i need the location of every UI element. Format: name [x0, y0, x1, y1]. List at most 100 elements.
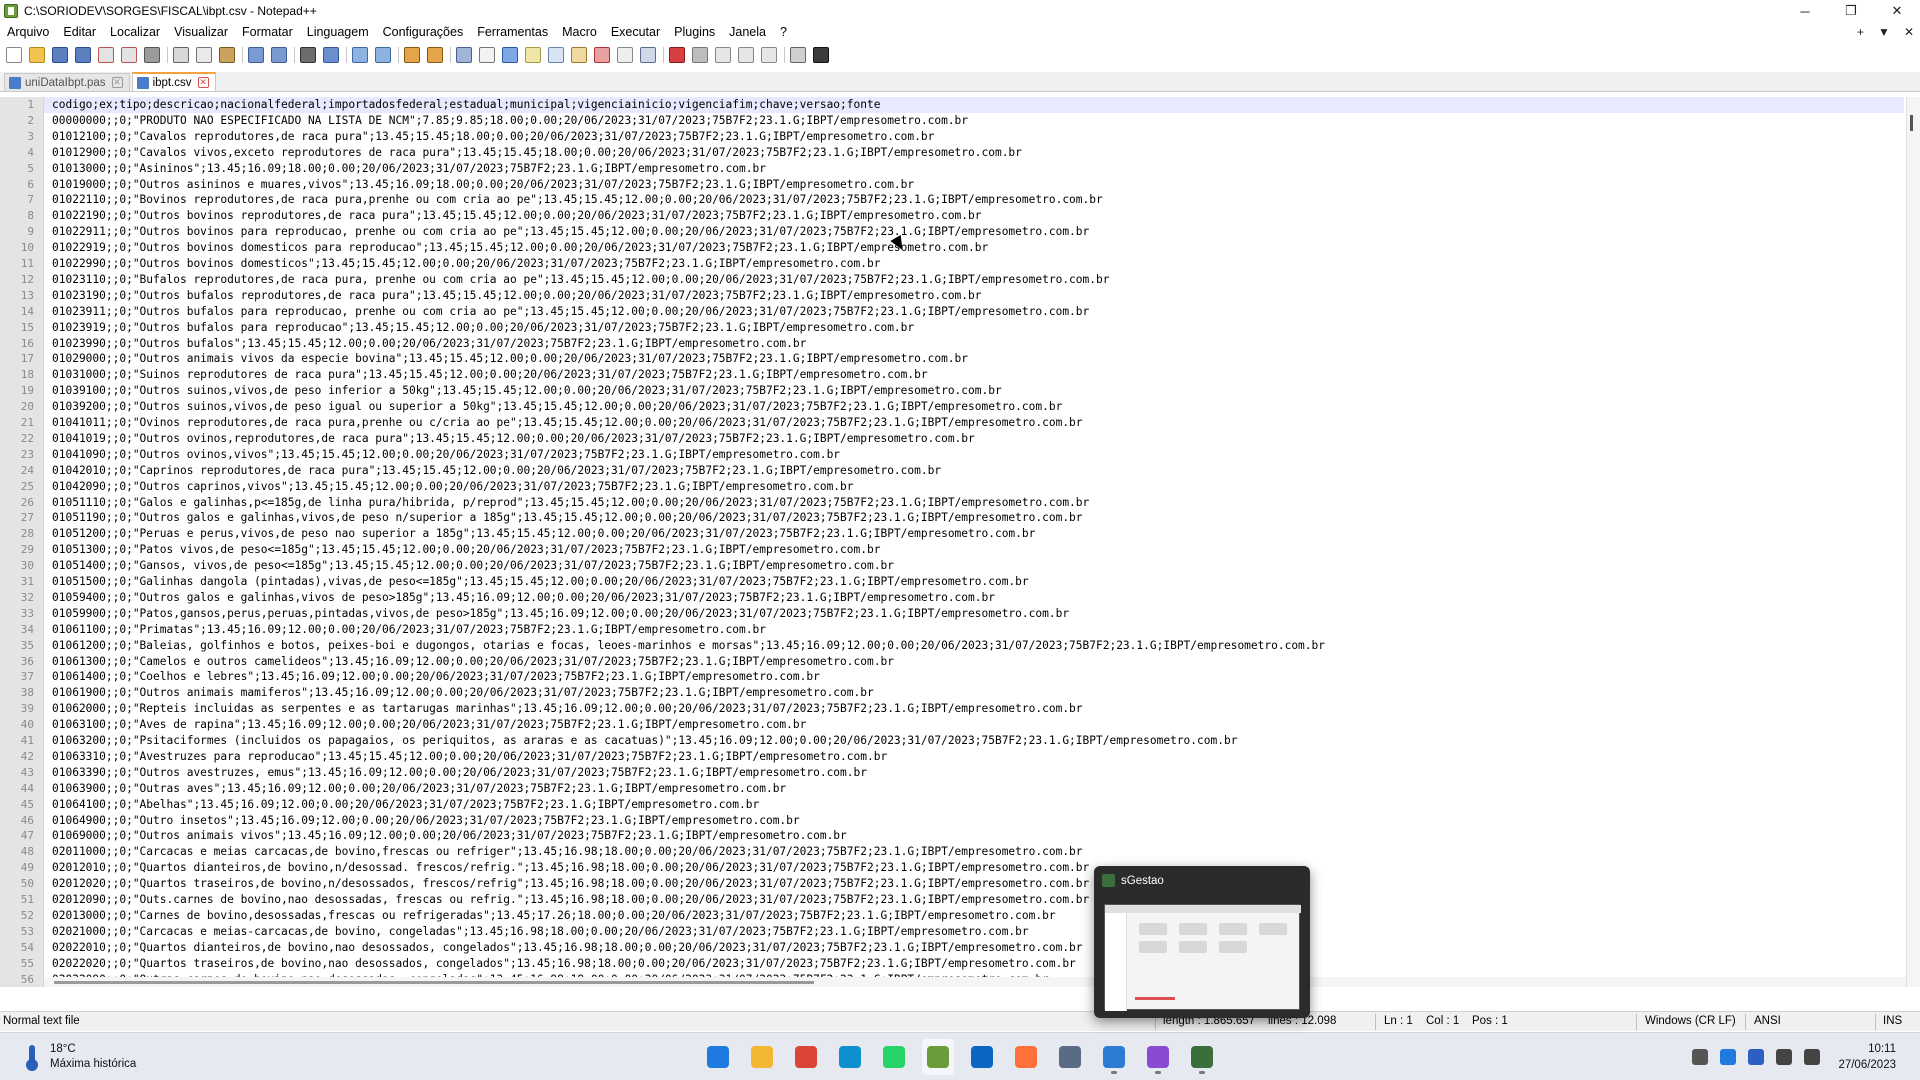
copy-icon[interactable]: [196, 47, 212, 63]
outlook-taskbar-button[interactable]: [966, 1039, 998, 1075]
save-icon[interactable]: [52, 47, 68, 63]
code-line[interactable]: 01063900;;0;"Outras aves";13.45;16.09;12…: [52, 781, 786, 797]
close-document-icon[interactable]: ✕: [1904, 25, 1914, 39]
code-line[interactable]: 01064900;;0;"Outro insetos";13.45;16.09;…: [52, 813, 800, 829]
code-line[interactable]: 01022990;;0;"Outros bovinos domesticos";…: [52, 256, 880, 272]
code-text[interactable]: codigo;ex;tipo;descricao;nacionalfederal…: [52, 97, 1902, 987]
cut-icon[interactable]: [173, 47, 189, 63]
macro-record-icon[interactable]: [669, 47, 685, 63]
notepad-taskbar-button[interactable]: [1098, 1039, 1130, 1075]
replace-icon[interactable]: [323, 47, 339, 63]
open-file-icon[interactable]: [29, 47, 45, 63]
word-wrap-icon[interactable]: [456, 47, 472, 63]
usb-icon[interactable]: [1692, 1049, 1709, 1065]
visual-studio-taskbar-button[interactable]: [1142, 1039, 1174, 1075]
code-line[interactable]: 01051110;;0;"Galos e galinhas,p<=185g,de…: [52, 495, 1089, 511]
code-line[interactable]: 01042010;;0;"Caprinos reprodutores,de ra…: [52, 463, 941, 479]
file-explorer-taskbar-button[interactable]: [746, 1039, 778, 1075]
code-line[interactable]: 01012900;;0;"Cavalos vivos,exceto reprod…: [52, 145, 1022, 161]
code-line[interactable]: 02012010;;0;"Quartos dianteiros,de bovin…: [52, 860, 1089, 876]
chrome-taskbar-button[interactable]: [790, 1039, 822, 1075]
menu-localizar[interactable]: Localizar: [103, 22, 167, 42]
code-line[interactable]: 01023990;;0;"Outros bufalos";13.45;15.45…: [52, 336, 806, 352]
menu-editar[interactable]: Editar: [56, 22, 103, 42]
zoom-in-icon[interactable]: [352, 47, 368, 63]
menu-formatar[interactable]: Formatar: [235, 22, 300, 42]
status-encoding[interactable]: ANSI: [1754, 1015, 1781, 1027]
print-icon[interactable]: [144, 47, 160, 63]
sync-vertical-icon[interactable]: [404, 47, 420, 63]
network-icon[interactable]: [1776, 1049, 1793, 1065]
whatsapp-taskbar-button[interactable]: [878, 1039, 910, 1075]
code-line[interactable]: 01061900;;0;"Outros animais mamiferos";1…: [52, 685, 874, 701]
tab-list-dropdown-icon[interactable]: ▼: [1878, 25, 1890, 39]
code-line[interactable]: 01063390;;0;"Outros avestruzes, emus";13…: [52, 765, 867, 781]
minimize-button[interactable]: ─: [1782, 0, 1828, 22]
tab-close-icon[interactable]: ✕: [197, 77, 209, 88]
volume-icon[interactable]: [1804, 1049, 1821, 1065]
code-line[interactable]: 01029000;;0;"Outros animais vivos da esp…: [52, 351, 968, 367]
defender-icon[interactable]: [1720, 1049, 1737, 1065]
code-line[interactable]: 01061200;;0;"Baleias, golfinhos e botos,…: [52, 638, 1325, 654]
function-list-icon[interactable]: [594, 47, 610, 63]
code-line[interactable]: 01062000;;0;"Repteis incluidas as serpen…: [52, 701, 1083, 717]
tab-close-icon[interactable]: ✕: [111, 77, 123, 88]
doc-map-icon[interactable]: [548, 47, 564, 63]
code-line[interactable]: 01041011;;0;"Ovinos reprodutores,de raca…: [52, 415, 1083, 431]
code-line[interactable]: 01063200;;0;"Psitaciformes (incluidos os…: [52, 733, 1237, 749]
menu-janela[interactable]: Janela: [722, 22, 773, 42]
tab-unidataibpt[interactable]: uniDataIbpt.pas ✕: [4, 73, 130, 91]
menu-executar[interactable]: Executar: [604, 22, 667, 42]
code-line[interactable]: 01023110;;0;"Bufalos reprodutores,de rac…: [52, 272, 1109, 288]
code-line[interactable]: 01059900;;0;"Patos,gansos,perus,peruas,p…: [52, 606, 1069, 622]
code-line[interactable]: 01051400;;0;"Gansos, vivos,de peso<=185g…: [52, 558, 894, 574]
editor-area[interactable]: 1 2 3 4 5 6 7 8 9 10 11 12 13 14 15 16 17 18 19 20 21 22 23 24 2…: [0, 97, 1920, 987]
code-line[interactable]: 01041090;;0;"Outros ovinos,vivos";13.45;…: [52, 447, 840, 463]
zoom-out-icon[interactable]: [375, 47, 391, 63]
menu-visualizar[interactable]: Visualizar: [167, 22, 235, 42]
new-tab-plus-icon[interactable]: +: [1857, 25, 1864, 39]
redo-icon[interactable]: [271, 47, 287, 63]
code-line[interactable]: 01023190;;0;"Outros bufalos reprodutores…: [52, 288, 982, 304]
macro-stop-icon[interactable]: [692, 47, 708, 63]
sgestao-taskbar-button[interactable]: [1186, 1039, 1218, 1075]
indent-guide-icon[interactable]: [502, 47, 518, 63]
code-line[interactable]: 01042090;;0;"Outros caprinos,vivos";13.4…: [52, 479, 854, 495]
doc-list-icon[interactable]: [571, 47, 587, 63]
macro-play-multiple-icon[interactable]: [738, 47, 754, 63]
status-insert-mode[interactable]: INS: [1883, 1015, 1902, 1027]
code-line[interactable]: 01022911;;0;"Outros bovinos para reprodu…: [52, 224, 1089, 240]
start-taskbar-button[interactable]: [702, 1039, 734, 1075]
close-button[interactable]: ✕: [1874, 0, 1920, 22]
code-line[interactable]: 01013000;;0;"Asininos";13.45;16.09;18.00…: [52, 161, 766, 177]
code-line[interactable]: 01059400;;0;"Outros galos e galinhas,viv…: [52, 590, 995, 606]
weather-widget[interactable]: 18°C Máxima histórica: [22, 1042, 136, 1072]
tab-ibpt-csv[interactable]: ibpt.csv ✕: [131, 72, 216, 91]
sync-horizontal-icon[interactable]: [427, 47, 443, 63]
code-line[interactable]: 02021000;;0;"Carcacas e meias-carcacas,d…: [52, 924, 1029, 940]
macro-save-icon[interactable]: [761, 47, 777, 63]
menu-linguagem[interactable]: Linguagem: [300, 22, 376, 42]
code-line[interactable]: codigo;ex;tipo;descricao;nacionalfederal…: [52, 97, 880, 113]
code-line[interactable]: 01022190;;0;"Outros bovinos reprodutores…: [52, 208, 982, 224]
settings-taskbar-button[interactable]: [1054, 1039, 1086, 1075]
menu-help[interactable]: ?: [773, 22, 794, 42]
save-all-icon[interactable]: [75, 47, 91, 63]
code-line[interactable]: 01041019;;0;"Outros ovinos,reprodutores,…: [52, 431, 975, 447]
clock[interactable]: 10:11 27/06/2023: [1838, 1041, 1896, 1073]
taskbar-thumbnail-preview[interactable]: sGestao: [1094, 866, 1310, 1018]
code-line[interactable]: 01064100;;0;"Abelhas";13.45;16.09;12.00;…: [52, 797, 759, 813]
code-line[interactable]: 01063100;;0;"Aves de rapina";13.45;16.09…: [52, 717, 806, 733]
onedrive-icon[interactable]: [1748, 1049, 1765, 1065]
menu-plugins[interactable]: Plugins: [667, 22, 722, 42]
menu-configuracoes[interactable]: Configurações: [376, 22, 471, 42]
show-all-chars-icon[interactable]: [479, 47, 495, 63]
code-line[interactable]: 01061300;;0;"Camelos e outros camelideos…: [52, 654, 894, 670]
menu-ferramentas[interactable]: Ferramentas: [470, 22, 555, 42]
menu-arquivo[interactable]: Arquivo: [0, 22, 56, 42]
code-line[interactable]: 00000000;;0;"PRODUTO NAO ESPECIFICADO NA…: [52, 113, 968, 129]
status-eol[interactable]: Windows (CR LF): [1645, 1015, 1736, 1027]
macro-play-icon[interactable]: [715, 47, 731, 63]
maximize-button[interactable]: ❐: [1828, 0, 1874, 22]
code-line[interactable]: 01051500;;0;"Galinhas dangola (pintadas)…: [52, 574, 1029, 590]
